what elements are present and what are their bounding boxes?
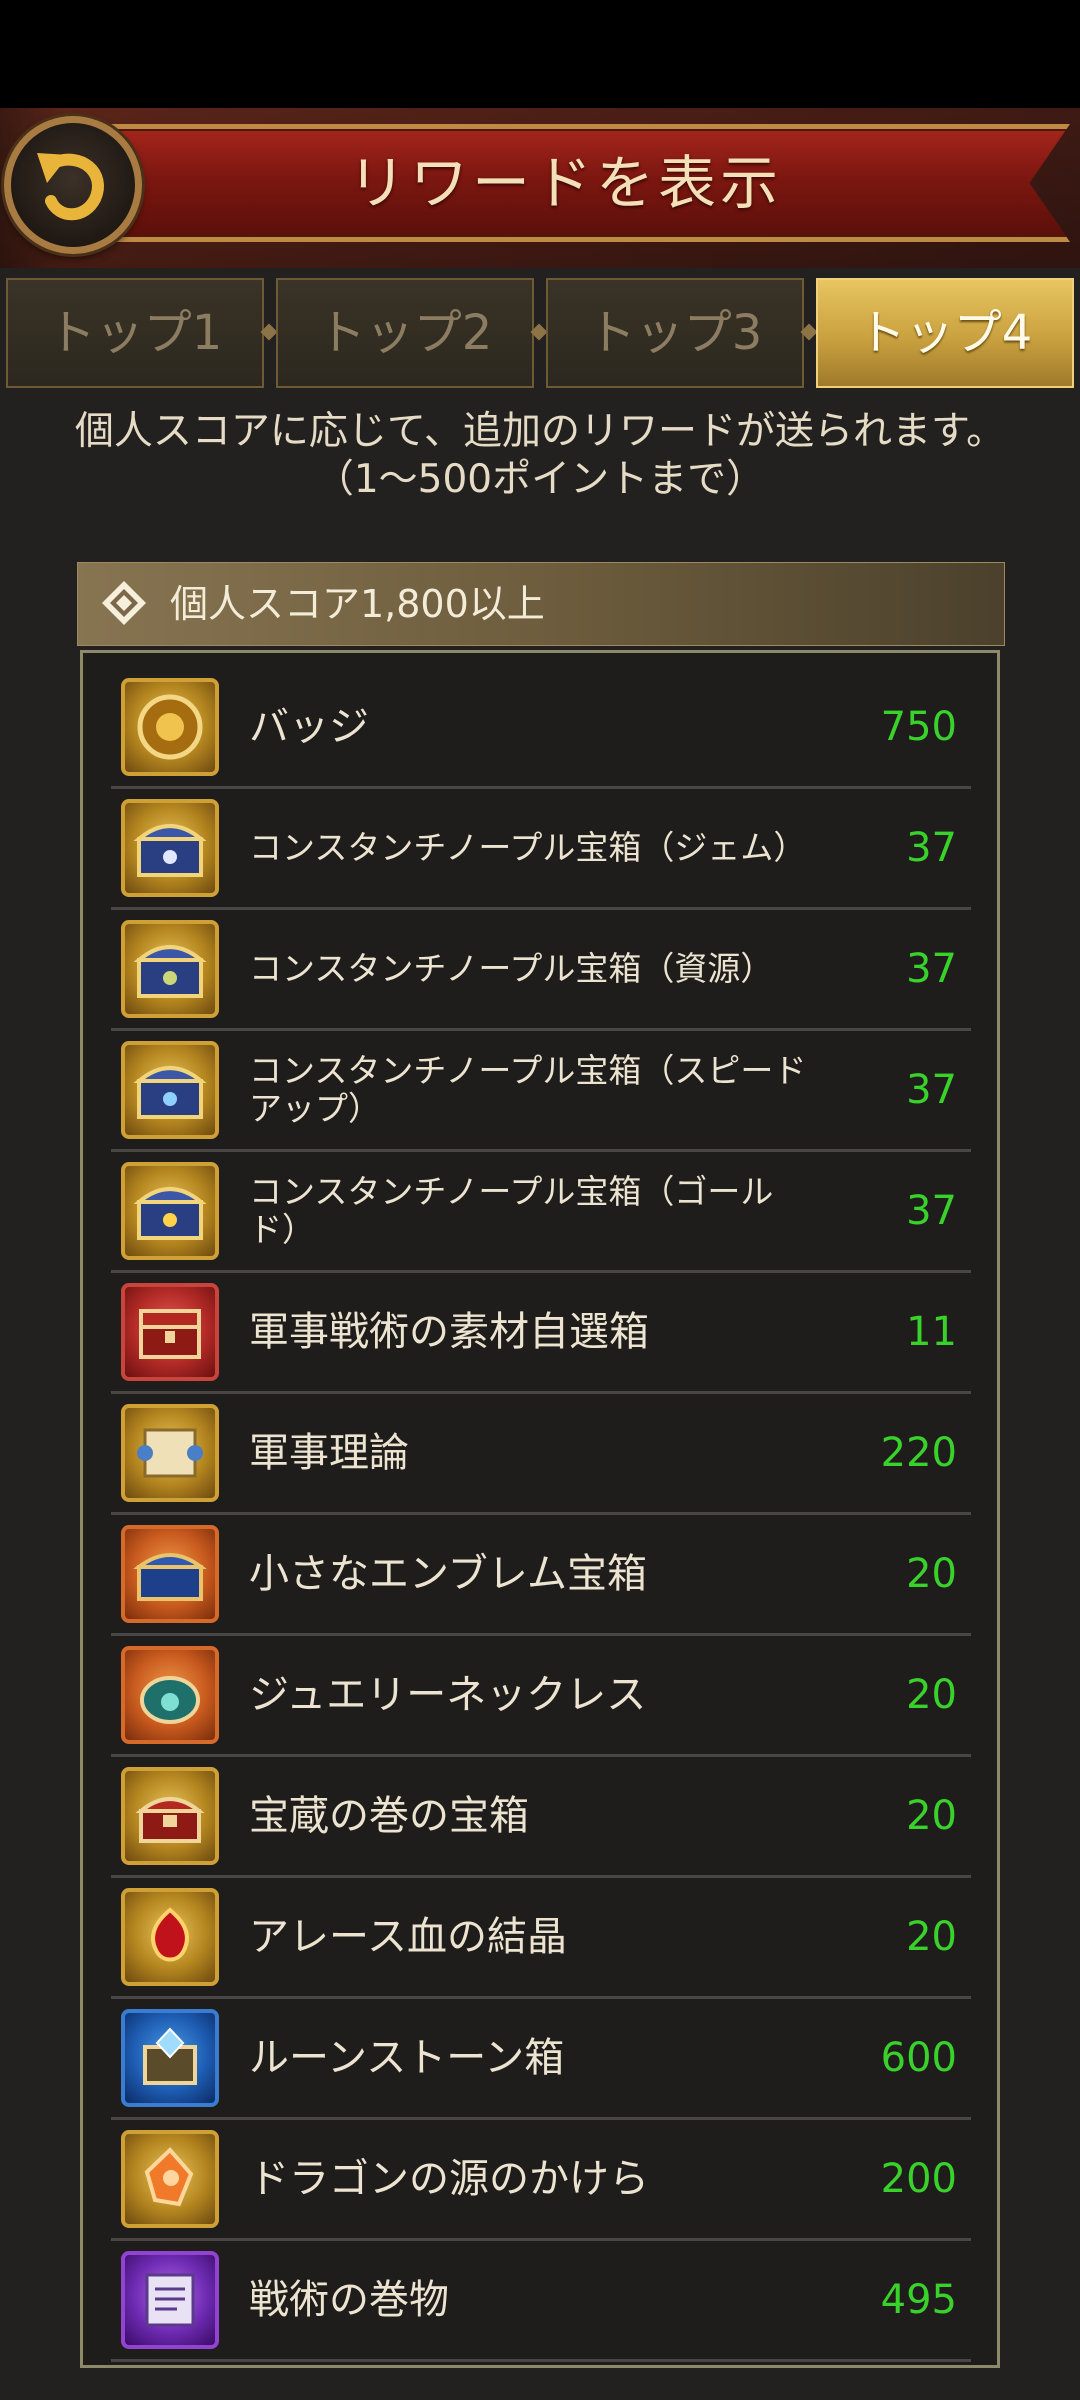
reward-row: ジュエリーネックレス 20 [111,1636,971,1757]
reward-quantity: 495 [880,2277,957,2323]
dragon-shard-icon [121,2130,219,2228]
description-text: 個人スコアに応じて、追加のリワードが送られます。（1〜500ポイントまで） [74,409,1006,502]
reward-row: 軍事理論 220 [111,1394,971,1515]
status-bar [0,0,1080,108]
badge-icon [121,678,219,776]
reward-row: コンスタンチノープル宝箱（ジェム） 37 [111,789,971,910]
reward-quantity: 20 [906,1793,957,1839]
reward-quantity: 37 [906,1067,957,1113]
chest-speedup-icon [121,1041,219,1139]
header: リワードを表示 [0,108,1080,268]
reward-quantity: 750 [880,704,957,750]
reward-name: 小さなエンブレム宝箱 [249,1551,647,1597]
scroll-icon [121,1404,219,1502]
tab-top2[interactable]: トップ2 [276,278,534,388]
title-banner: リワードを表示 [60,124,1070,242]
page-title: リワードを表示 [347,149,782,217]
reward-row: バッジ 750 [111,668,971,789]
tab-top3[interactable]: トップ3 [546,278,804,388]
reward-quantity: 11 [906,1309,957,1355]
reward-name: コンスタンチノープル宝箱（スピードアップ） [249,1051,807,1128]
reward-name: コンスタンチノープル宝箱（ジェム） [249,828,807,867]
reward-quantity: 37 [906,825,957,871]
tab-bar: トップ1 トップ2 トップ3 トップ4 [0,278,1080,392]
reward-quantity: 20 [906,1551,957,1597]
reward-quantity: 200 [880,2156,957,2202]
reward-row: ルーンストーン箱 600 [111,1999,971,2120]
reward-name: 宝蔵の巻の宝箱 [249,1793,529,1839]
reward-name: コンスタンチノープル宝箱（ゴールド） [249,1172,774,1249]
reward-row: 軍事戦術の素材自選箱 11 [111,1273,971,1394]
reward-row: コンスタンチノープル宝箱（資源） 37 [111,910,971,1031]
reward-name: コンスタンチノープル宝箱（資源） [249,949,774,988]
reward-row: 戦術の巻物 495 [111,2241,971,2362]
reward-quantity: 600 [880,2035,957,2081]
reward-row: ドラゴンの源のかけら 200 [111,2120,971,2241]
reward-quantity: 220 [880,1430,957,1476]
reward-row: コンスタンチノープル宝箱（スピードアップ） 37 [111,1031,971,1152]
chest-resource-icon [121,920,219,1018]
tactics-scroll-icon [121,2251,219,2349]
reward-row: 宝蔵の巻の宝箱 20 [111,1757,971,1878]
blood-crystal-icon [121,1888,219,1986]
reward-name: 軍事理論 [249,1430,409,1476]
reward-quantity: 37 [906,946,957,992]
reward-row: 小さなエンブレム宝箱 20 [111,1515,971,1636]
reward-quantity: 20 [906,1672,957,1718]
emblem-chest-icon [121,1525,219,1623]
chest-gold-icon [121,1162,219,1260]
reward-quantity: 20 [906,1914,957,1960]
treasure-chest-icon [121,1767,219,1865]
back-button[interactable] [4,116,142,254]
reward-name: ルーンストーン箱 [249,2035,565,2081]
reward-row: アレース血の結晶 20 [111,1878,971,1999]
section-title: 個人スコア1,800以上 [170,582,545,626]
reward-name: 軍事戦術の素材自選箱 [249,1309,649,1355]
reward-row: コンスタンチノープル宝箱（ゴールド） 37 [111,1152,971,1273]
runestone-box-icon [121,2009,219,2107]
tab-top4[interactable]: トップ4 [816,278,1074,388]
diamond-icon [102,581,146,625]
reward-name: ジュエリーネックレス [249,1672,647,1718]
chest-gem-icon [121,799,219,897]
reward-list: バッジ 750 コンスタンチノープル宝箱（ジェム） 37 コンスタンチノープル宝… [80,650,1000,2368]
reward-name: バッジ [249,704,369,750]
back-arrow-icon [37,153,104,221]
reward-name: アレース血の結晶 [249,1914,567,1960]
tab-top1[interactable]: トップ1 [6,278,264,388]
section-header: 個人スコア1,800以上 [77,562,1005,646]
red-chest-icon [121,1283,219,1381]
reward-name: 戦術の巻物 [249,2277,449,2323]
necklace-icon [121,1646,219,1744]
reward-name: ドラゴンの源のかけら [249,2156,649,2202]
reward-quantity: 37 [906,1188,957,1234]
